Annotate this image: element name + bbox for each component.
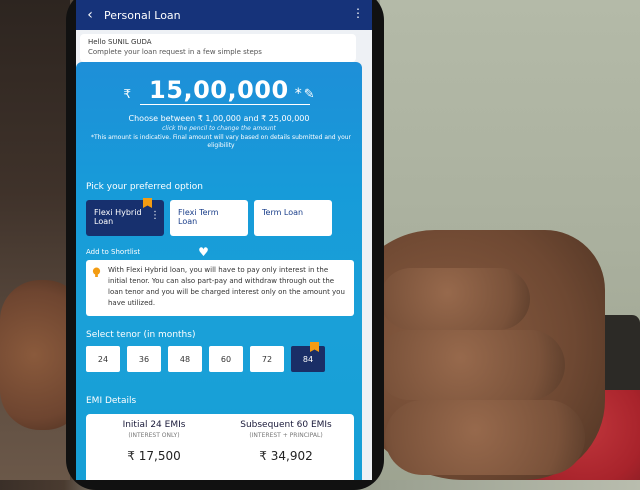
amount-disclaimer: *This amount is indicative. Final amount… — [90, 134, 352, 149]
pencil-icon[interactable]: ✎ — [304, 87, 315, 102]
bulb-icon — [92, 267, 101, 277]
option-flexi-hybrid[interactable]: Flexi Hybrid Loan ⋮ — [86, 198, 164, 236]
tenor-option[interactable]: 48 — [168, 346, 202, 372]
page-title: Personal Loan — [104, 8, 181, 22]
more-icon[interactable]: ⋮ — [352, 6, 364, 20]
option-term-loan[interactable]: Term Loan — [254, 200, 332, 236]
tenor-option[interactable]: 60 — [209, 346, 243, 372]
finger — [385, 400, 585, 475]
finger — [375, 330, 565, 400]
emi-initial: Initial 24 EMIs (INTEREST ONLY) ₹ 17,500 — [94, 420, 214, 463]
tenor-option[interactable]: 36 — [127, 346, 161, 372]
tenor-value: 36 — [138, 354, 150, 364]
amount-underline — [140, 104, 310, 105]
tenor-value: 72 — [261, 354, 273, 364]
emi-subsequent-sub: (INTEREST + PRINCIPAL) — [249, 432, 323, 439]
option-info-box: With Flexi Hybrid loan, you will have to… — [86, 260, 354, 316]
tenor-value: 60 — [220, 354, 232, 364]
app-bar: ‹ Personal Loan ⋮ — [76, 0, 372, 30]
heart-icon[interactable]: ♥ — [198, 245, 209, 259]
tenor-value: 48 — [179, 354, 191, 364]
tenor-heading: Select tenor (in months) — [86, 330, 196, 340]
tenor-option[interactable]: 72 — [250, 346, 284, 372]
tenor-value: 84 — [302, 354, 314, 364]
asterisk: * — [294, 86, 302, 102]
option-flexi-term[interactable]: Flexi Term Loan — [170, 200, 248, 236]
rupee-icon: ₹ — [123, 87, 132, 101]
flag-icon — [143, 198, 152, 208]
loan-card: ₹ 15,00,000 * ✎ Choose between ₹ 1,00,00… — [76, 62, 362, 480]
finger — [380, 268, 530, 330]
emi-initial-sub: (INTEREST ONLY) — [128, 432, 180, 439]
more-icon[interactable]: ⋮ — [150, 210, 160, 221]
options-heading: Pick your preferred option — [86, 182, 203, 192]
loan-options: Flexi Hybrid Loan ⋮ Flexi Term Loan Term… — [86, 198, 356, 236]
tenor-option-selected[interactable]: 84 — [291, 342, 325, 372]
tenor-option[interactable]: 24 — [86, 346, 120, 372]
option-info-text: With Flexi Hybrid loan, you will have to… — [108, 266, 345, 307]
emi-subsequent-title: Subsequent 60 EMIs — [240, 420, 332, 430]
emi-card: Initial 24 EMIs (INTEREST ONLY) ₹ 17,500… — [86, 414, 354, 480]
shortlist-label: Add to Shortlist — [86, 248, 141, 256]
emi-heading: EMI Details — [86, 396, 137, 406]
amount-row: ₹ 15,00,000 * ✎ — [76, 76, 362, 104]
option-label: Term Loan — [262, 208, 304, 217]
option-label: Flexi Term Loan — [178, 208, 219, 226]
emi-subsequent-value: ₹ 34,902 — [259, 449, 313, 463]
option-label: Flexi Hybrid Loan — [94, 208, 142, 226]
tenor-selector: 24 36 48 60 72 84 — [86, 342, 325, 372]
back-icon[interactable]: ‹ — [76, 7, 104, 23]
tenor-value: 24 — [97, 354, 109, 364]
shortlist-row[interactable]: Add to Shortlist ♥ — [86, 245, 209, 259]
emi-initial-value: ₹ 17,500 — [127, 449, 181, 463]
greeting-card: Hello SUNIL GUDA Complete your loan requ… — [80, 34, 356, 62]
greeting-hello: Hello SUNIL GUDA — [88, 38, 152, 46]
phone-screen: ‹ Personal Loan ⋮ Hello SUNIL GUDA Compl… — [76, 0, 372, 480]
pencil-hint: click the pencil to change the amount — [162, 125, 276, 132]
greeting-subtitle: Complete your loan request in a few simp… — [88, 48, 262, 56]
emi-subsequent: Subsequent 60 EMIs (INTEREST + PRINCIPAL… — [226, 420, 346, 463]
loan-amount: 15,00,000 — [149, 76, 289, 104]
emi-initial-title: Initial 24 EMIs — [122, 420, 186, 430]
flag-icon — [310, 342, 319, 352]
amount-range: Choose between ₹ 1,00,000 and ₹ 25,00,00… — [128, 114, 310, 123]
